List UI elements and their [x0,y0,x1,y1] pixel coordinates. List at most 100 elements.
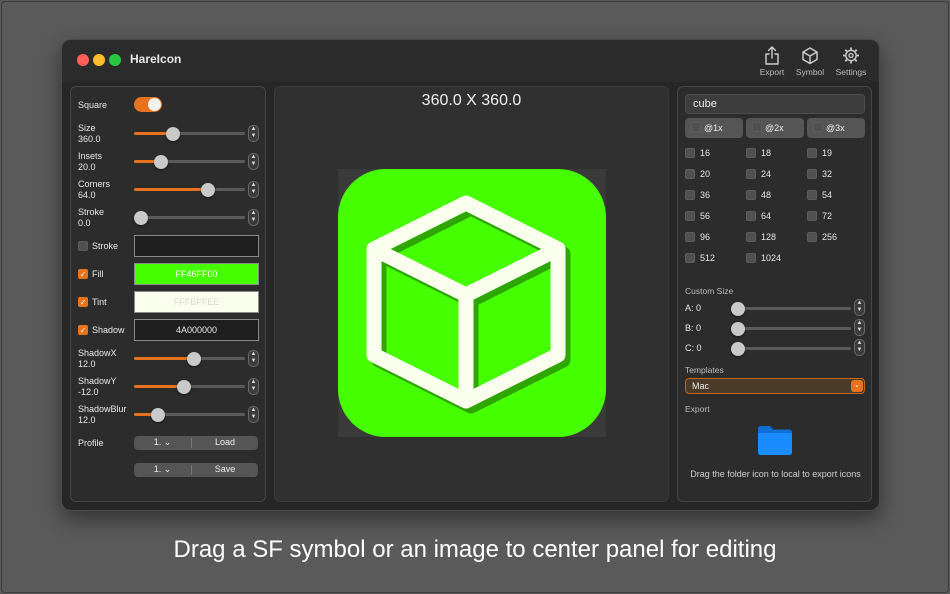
size-checkbox[interactable] [746,211,756,221]
custom-c-stepper[interactable]: ▲ ▼ [854,339,865,356]
slider-fill [134,385,183,388]
insets-slider[interactable] [134,154,245,169]
slider-fill [134,357,196,360]
custom-b-slider[interactable] [731,321,851,336]
size-checkbox[interactable] [746,148,756,158]
size-label: 56 [700,211,711,221]
toggle-knob [148,98,161,111]
size-label: 18 [761,148,772,158]
size-label: 128 [761,232,777,242]
size-checkbox[interactable] [685,253,695,263]
settings-toolbar-button[interactable]: Settings [829,46,873,77]
fill-color-checkbox[interactable]: ✓ [78,269,88,279]
profile-select-value: 1. [153,437,162,447]
custom-a-slider[interactable] [731,301,851,316]
profile-select[interactable]: 1. ⌄ [134,464,191,475]
cube-outline-icon [802,47,818,65]
insets-stepper[interactable]: ▲ ▼ [248,153,259,170]
corners-stepper[interactable]: ▲ ▼ [248,181,259,198]
size-checkbox[interactable] [685,169,695,179]
symbol-toolbar-button[interactable]: Symbol [788,46,832,77]
scale-label: @2x [765,123,784,133]
size-checkbox[interactable] [807,232,817,242]
scale-3x-toggle[interactable]: @3x [807,118,865,138]
shadow-blur-slider[interactable] [134,407,245,422]
fill-color-field[interactable]: FF46FF00 [134,263,259,285]
tint-color-field[interactable]: FFFBFFEE [134,291,259,313]
square-toggle[interactable] [134,97,162,112]
minimize-window-button[interactable] [93,54,105,66]
size-checkbox[interactable] [807,148,817,158]
size-checkbox[interactable] [685,232,695,242]
slider-knob[interactable] [154,154,169,169]
scale-checkbox[interactable] [813,122,823,132]
shadow-x-slider[interactable] [134,351,245,366]
size-checkbox[interactable] [807,211,817,221]
slider-knob[interactable] [176,379,191,394]
slider-knob[interactable] [187,351,202,366]
slider-knob[interactable] [731,301,745,316]
templates-select[interactable]: Mac ⌄ [685,378,865,394]
custom-b-stepper[interactable]: ▲ ▼ [854,319,865,336]
close-window-button[interactable] [77,54,89,66]
stroke-stepper[interactable]: ▲ ▼ [248,209,259,226]
canvas-panel[interactable]: 360.0 X 360.0 [274,86,669,502]
custom-c-slider[interactable] [731,341,851,356]
slider-value: 20.0 [78,162,96,172]
corners-slider[interactable] [134,182,245,197]
size-checkbox[interactable] [746,253,756,263]
slider-knob[interactable] [166,126,180,141]
symbol-search-input[interactable]: cube [685,94,865,114]
templates-select-value: Mac [692,381,710,391]
shadow-y-stepper[interactable]: ▲ ▼ [248,378,259,395]
tint-color-checkbox[interactable]: ✓ [78,297,88,307]
size-checkbox[interactable] [807,169,817,179]
profile-select-value: 1. [153,464,162,474]
scale-checkbox[interactable] [752,122,762,132]
save-button[interactable]: Save [192,464,258,474]
size-label: 1024 [761,253,782,263]
zoom-window-button[interactable] [109,54,121,66]
settings-toolbar-label: Settings [835,67,867,77]
size-checkbox[interactable] [807,190,817,200]
slider-knob[interactable] [731,341,745,356]
custom-a-stepper[interactable]: ▲ ▼ [854,299,865,316]
size-checkbox[interactable] [746,190,756,200]
size-checkbox[interactable] [685,148,695,158]
size-checkbox[interactable] [685,190,695,200]
shadow-color-checkbox[interactable]: ✓ [78,325,88,335]
size-checkbox[interactable] [746,169,756,179]
slider-knob[interactable] [200,182,215,197]
color-label: Fill [92,269,104,279]
size-stepper[interactable]: ▲ ▼ [248,125,259,142]
slider-label: Size [78,123,96,133]
size-slider[interactable] [134,126,245,141]
size-checkbox[interactable] [685,211,695,221]
shadow-x-stepper[interactable]: ▲ ▼ [248,350,259,367]
scale-checkbox[interactable] [691,122,701,132]
slider-label: Insets [78,151,103,161]
scale-label: @3x [826,123,845,133]
slider-label: ShadowY [78,376,117,386]
slider-knob[interactable] [151,407,166,422]
slider-value: -12.0 [78,387,99,397]
icon-preview[interactable] [338,169,606,437]
slider-value: 12.0 [78,359,96,369]
folder-icon[interactable] [756,424,794,456]
shadow-color-field[interactable]: 4A000000 [134,319,259,341]
templates-label: Templates [685,365,724,375]
stroke-slider[interactable] [134,210,245,225]
stroke-color-checkbox[interactable] [78,241,88,251]
shadow-y-slider[interactable] [134,379,245,394]
stroke-color-field[interactable] [134,235,259,257]
load-button[interactable]: Load [192,437,258,447]
scale-1x-toggle[interactable]: @1x [685,118,743,138]
slider-knob[interactable] [134,210,148,225]
canvas-dimensions: 360.0 X 360.0 [421,92,522,109]
size-checkbox[interactable] [746,232,756,242]
slider-knob[interactable] [731,321,745,336]
color-label: Shadow [92,325,125,335]
shadow-blur-stepper[interactable]: ▲ ▼ [248,406,259,423]
scale-2x-toggle[interactable]: @2x [746,118,804,138]
profile-select[interactable]: 1. ⌄ [134,437,191,448]
